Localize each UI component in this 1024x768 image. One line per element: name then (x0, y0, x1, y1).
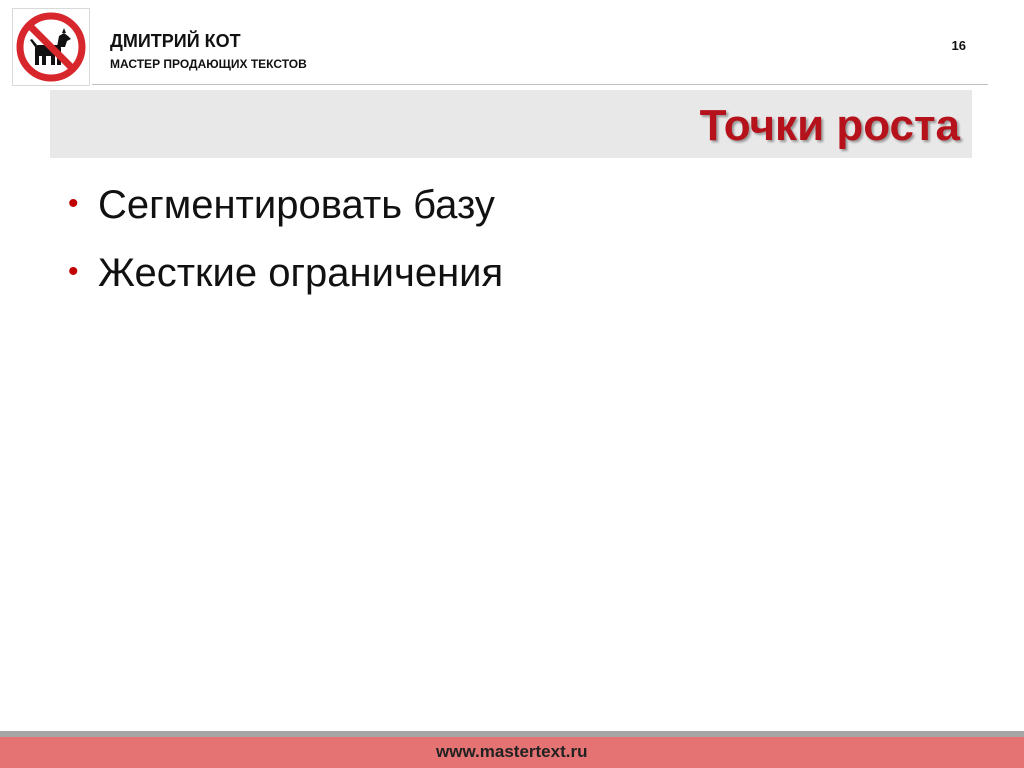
bullet-text: Сегментировать базу (98, 183, 495, 227)
page-number: 16 (951, 38, 966, 53)
title-band: Точки роста (50, 90, 972, 158)
header-divider (92, 84, 988, 85)
slide-title: Точки роста (699, 101, 960, 150)
footer-url: www.mastertext.ru (436, 742, 588, 761)
no-dogs-sign-icon (16, 12, 86, 82)
bullet-text: Жесткие ограничения (98, 251, 504, 295)
author-name: ДМИТРИЙ КОТ (110, 31, 241, 51)
logo (12, 8, 90, 86)
footer-band: www.mastertext.ru (0, 737, 1024, 768)
bullet-dot: • (68, 255, 79, 288)
author-tagline: МАСТЕР ПРОДАЮЩИХ ТЕКСТОВ (110, 57, 307, 71)
bullet-dot: • (68, 187, 79, 220)
slide: ДМИТРИЙ КОТ МАСТЕР ПРОДАЮЩИХ ТЕКСТОВ 16 … (0, 0, 1024, 768)
